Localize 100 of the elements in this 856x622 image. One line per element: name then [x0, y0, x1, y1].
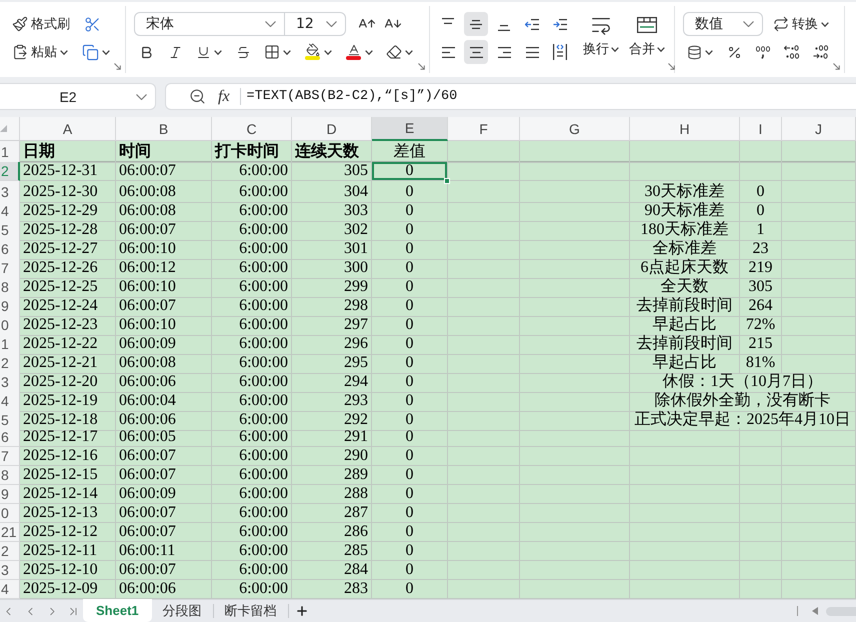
align-top-icon: [442, 18, 454, 24]
table-cell: 早起占比: [630, 314, 740, 336]
empty-cell: [448, 447, 520, 466]
table-cell: 0: [372, 257, 448, 279]
table-cell: 06:00:10: [116, 238, 212, 260]
row-header[interactable]: 3: [0, 561, 20, 580]
table-cell: 294: [292, 371, 372, 393]
table-cell: 2025-12-28: [20, 219, 116, 241]
sheet-tab[interactable]: 断卡留档: [214, 604, 289, 618]
wrap-text-button[interactable]: 换行: [580, 12, 622, 64]
table-cell: 264: [740, 295, 782, 317]
number-format-select[interactable]: 数值: [683, 12, 763, 36]
row-header[interactable]: 7: [0, 447, 20, 466]
table-cell: 2025-12-13: [20, 504, 116, 523]
caret-icon: [283, 50, 291, 54]
empty-cell: [740, 447, 782, 466]
table-cell: 0: [372, 466, 448, 485]
column-header[interactable]: B: [116, 117, 212, 141]
scroll-left-icon[interactable]: [812, 607, 818, 615]
table-cell: 06:00:06: [116, 371, 212, 393]
name-box[interactable]: E2: [0, 83, 156, 110]
table-cell: 289: [292, 466, 372, 485]
merged-cell: 除休假外全勤，没有断卡: [630, 390, 856, 412]
row-header[interactable]: 21: [0, 523, 20, 542]
column-header[interactable]: J: [782, 117, 856, 141]
sheet-tab[interactable]: Sheet1: [83, 599, 152, 622]
table-cell: 0: [372, 561, 448, 580]
row-header[interactable]: 1: [0, 141, 20, 163]
table-cell: 290: [292, 447, 372, 466]
row-header[interactable]: 9: [0, 485, 20, 504]
table-cell: 81%: [740, 352, 782, 374]
function-button[interactable]: fx: [218, 88, 230, 106]
sheet-tab[interactable]: 分段图: [152, 604, 214, 618]
table-cell: 全标准差: [630, 238, 740, 260]
dialog-launcher-icon[interactable]: [833, 63, 840, 70]
table-cell: 全天数: [630, 276, 740, 298]
empty-cell: [448, 561, 520, 580]
font-name-select[interactable]: 宋体: [134, 12, 285, 36]
dialog-launcher-icon[interactable]: [114, 63, 121, 70]
table-cell: 06:00:08: [116, 352, 212, 374]
align-middle-icon: [470, 20, 482, 28]
table-cell: 292: [292, 409, 372, 431]
table-cell: 06:00:11: [116, 542, 212, 561]
caret-icon: [611, 46, 619, 52]
dialog-launcher-icon[interactable]: [668, 63, 675, 70]
formula-field[interactable]: =TEXT(ABS(B2-C2),“[s]”)/60: [246, 89, 458, 104]
empty-cell: [448, 181, 520, 203]
table-cell: 291: [292, 428, 372, 447]
align-center-button[interactable]: [464, 40, 488, 64]
column-header[interactable]: A: [20, 117, 116, 141]
merge-button[interactable]: 合并: [626, 12, 668, 64]
align-middle-button[interactable]: [464, 12, 488, 36]
table-cell: 06:00:07: [116, 561, 212, 580]
format-painter-button[interactable]: 格式刷: [8, 12, 74, 36]
table-cell: 6:00:00: [212, 181, 292, 203]
column-header[interactable]: F: [448, 117, 520, 141]
column-header[interactable]: I: [740, 117, 782, 141]
column-header[interactable]: E: [372, 117, 448, 141]
fill-handle[interactable]: [444, 178, 450, 184]
row-header[interactable]: 2: [0, 542, 20, 561]
indent-decrease-icon: [525, 18, 539, 30]
table-cell: 2025-12-25: [20, 276, 116, 298]
paste-button[interactable]: 粘贴: [8, 40, 72, 64]
table-cell: 0: [372, 409, 448, 431]
empty-cell: [448, 466, 520, 485]
table-cell: 2025-12-17: [20, 428, 116, 447]
row-header[interactable]: 6: [0, 428, 20, 447]
table-cell: 6:00:00: [212, 390, 292, 412]
table-cell: 去掉前段时间: [630, 333, 740, 355]
table-cell: 2025-12-22: [20, 333, 116, 355]
dialog-launcher-icon[interactable]: [418, 63, 425, 70]
table-cell: 90天标准差: [630, 200, 740, 222]
table-cell: 0: [372, 314, 448, 336]
convert-button[interactable]: 转换: [769, 12, 833, 36]
table-cell: 2025-12-14: [20, 485, 116, 504]
scissors-icon: [84, 16, 101, 32]
table-cell: 305: [740, 276, 782, 298]
column-header[interactable]: D: [292, 117, 372, 141]
chevron-down-icon: [265, 21, 276, 27]
row-header[interactable]: 0: [0, 504, 20, 523]
header-cell: 打卡时间: [212, 141, 292, 163]
table-cell: 6:00:00: [212, 485, 292, 504]
column-header[interactable]: H: [630, 117, 740, 141]
table-cell: 6:00:00: [212, 409, 292, 431]
table-cell: 215: [740, 333, 782, 355]
column-header[interactable]: G: [520, 117, 630, 141]
empty-cell: [448, 276, 520, 298]
caret-icon: [60, 50, 68, 54]
table-cell: 301: [292, 238, 372, 260]
table-cell: 2025-12-27: [20, 238, 116, 260]
font-size-select[interactable]: 12: [285, 12, 346, 36]
table-cell: 去掉前段时间: [630, 295, 740, 317]
table-cell: 2025-12-30: [20, 181, 116, 203]
row-header[interactable]: 8: [0, 466, 20, 485]
column-header[interactable]: C: [212, 117, 292, 141]
table-cell: 305: [292, 162, 372, 181]
row-header[interactable]: 4: [0, 580, 20, 599]
table-cell: 6:00:00: [212, 371, 292, 393]
table-cell: 6:00:00: [212, 542, 292, 561]
table-cell: 06:00:07: [116, 447, 212, 466]
